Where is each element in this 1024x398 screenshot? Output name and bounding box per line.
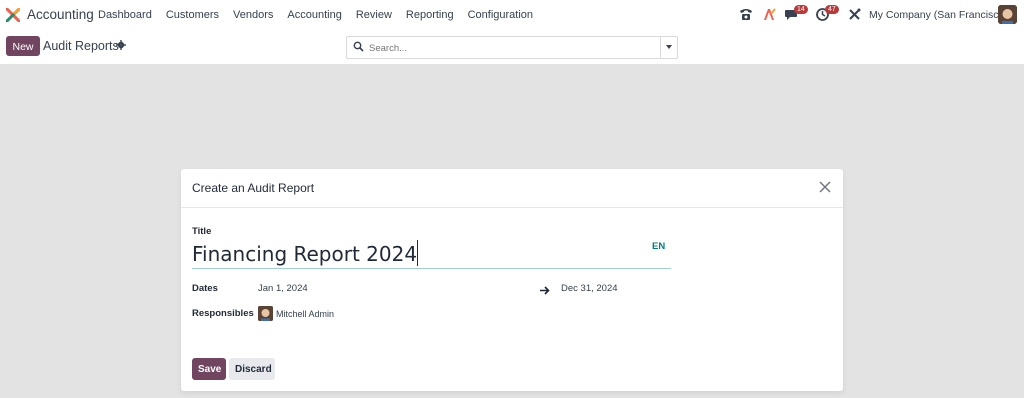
dialog-title: Create an Audit Report xyxy=(192,181,315,195)
close-icon[interactable] xyxy=(819,181,831,193)
breadcrumb: Audit Reports xyxy=(43,39,119,53)
dialog-header: Create an Audit Report xyxy=(181,169,843,208)
title-field[interactable] xyxy=(192,240,671,269)
search-icon xyxy=(353,41,364,52)
save-button[interactable]: Save xyxy=(192,358,226,380)
user-avatar[interactable] xyxy=(998,5,1017,24)
search-bar xyxy=(346,36,678,59)
discard-button[interactable]: Discard xyxy=(229,358,275,380)
app-name[interactable]: Accounting xyxy=(27,7,94,22)
main-menu: Dashboard Customers Vendors Accounting R… xyxy=(98,9,547,21)
date-from-field[interactable]: Jan 1, 2024 xyxy=(258,283,308,294)
search-input[interactable] xyxy=(367,39,656,57)
menu-reporting[interactable]: Reporting xyxy=(406,9,454,21)
text-cursor xyxy=(417,240,418,266)
responsible-avatar xyxy=(258,306,273,321)
date-to-field[interactable]: Dec 31, 2024 xyxy=(561,283,618,294)
activities-badge: 47 xyxy=(825,5,839,14)
control-panel: New Audit Reports xyxy=(0,30,1024,64)
menu-accounting[interactable]: Accounting xyxy=(287,9,341,21)
menu-review[interactable]: Review xyxy=(356,9,392,21)
responsible-avatar-image xyxy=(258,306,273,321)
user-avatar-image xyxy=(998,5,1017,24)
responsibles-label: Responsibles xyxy=(192,308,254,319)
arrow-right-icon xyxy=(540,286,550,295)
gear-icon[interactable] xyxy=(116,40,126,50)
dates-label: Dates xyxy=(192,283,218,294)
messages-badge: 14 xyxy=(794,5,808,14)
menu-vendors[interactable]: Vendors xyxy=(233,9,273,21)
ai-icon[interactable] xyxy=(763,8,776,21)
chevron-down-icon xyxy=(666,45,672,49)
search-options-toggle[interactable] xyxy=(660,37,677,58)
top-navbar: Accounting Dashboard Customers Vendors A… xyxy=(0,0,1024,30)
create-audit-report-dialog: Create an Audit Report Title EN Dates Ja… xyxy=(181,169,843,391)
title-label: Title xyxy=(192,226,212,237)
language-button[interactable]: EN xyxy=(652,241,665,252)
new-button[interactable]: New xyxy=(6,36,40,56)
responsible-tag[interactable]: Mitchell Admin xyxy=(276,309,334,319)
menu-configuration[interactable]: Configuration xyxy=(468,9,533,21)
tools-icon[interactable] xyxy=(848,8,861,21)
company-switcher[interactable]: My Company (San Francisco) xyxy=(869,9,1008,21)
menu-dashboard[interactable]: Dashboard xyxy=(98,9,152,21)
accounting-app-icon[interactable] xyxy=(6,8,20,22)
menu-customers[interactable]: Customers xyxy=(166,9,219,21)
phone-icon[interactable] xyxy=(739,8,753,21)
